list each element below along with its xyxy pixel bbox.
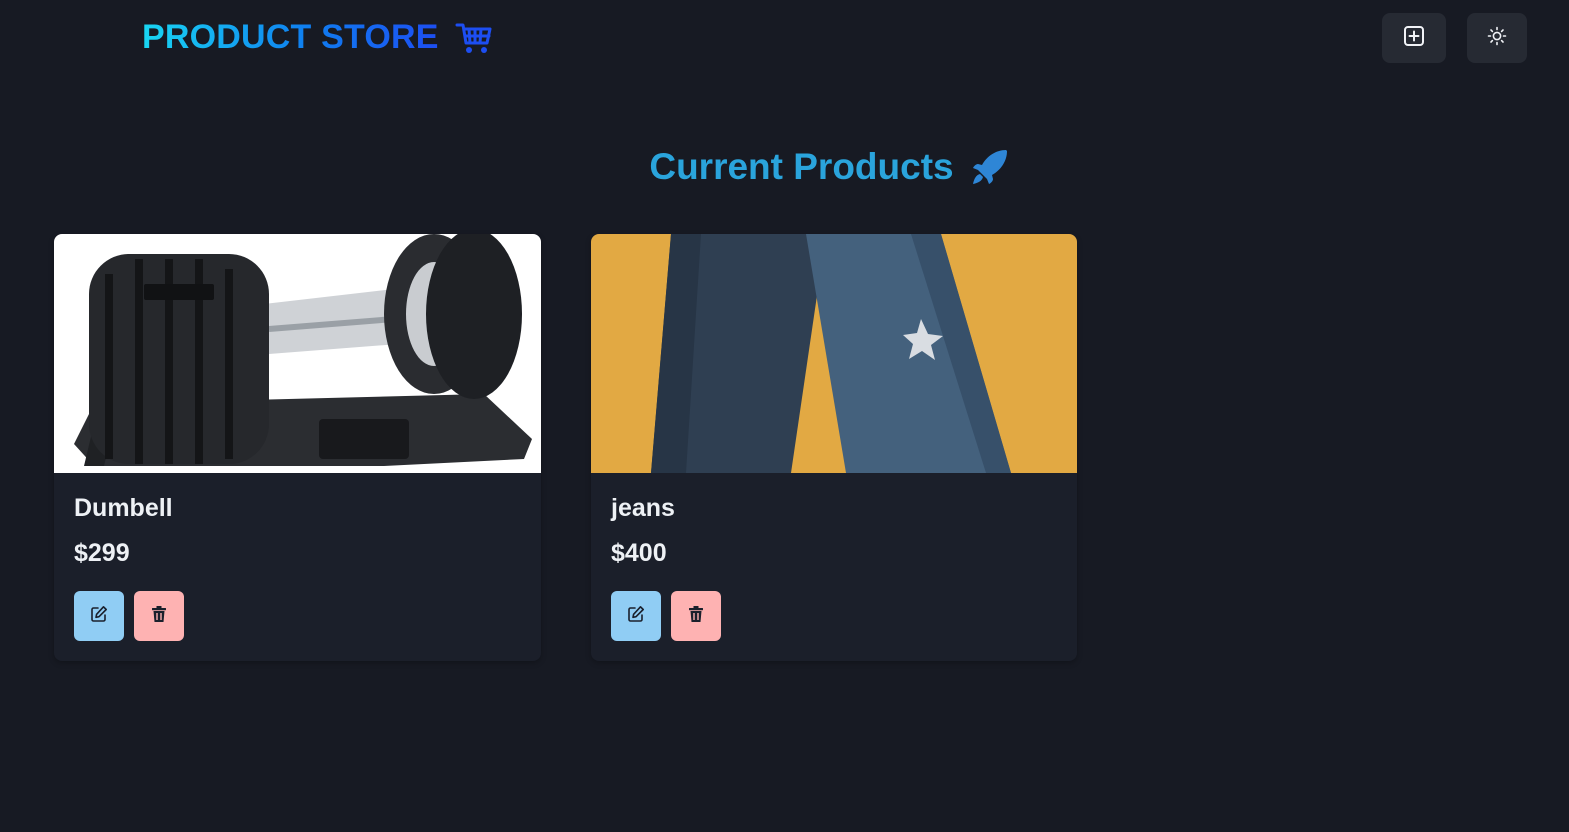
product-info: jeans $400 [611, 494, 675, 568]
shopping-cart-icon [455, 21, 493, 55]
edit-button[interactable] [611, 591, 661, 641]
brand-title: PRODUCT STORE [142, 18, 439, 56]
section-title: Current Products [649, 146, 954, 187]
navbar: PRODUCT STORE [0, 0, 1569, 78]
product-card: Dumbell $299 [54, 234, 541, 661]
delete-button[interactable] [134, 591, 184, 641]
edit-icon [627, 605, 645, 628]
product-name: jeans [611, 494, 675, 522]
product-actions [611, 591, 721, 641]
create-product-button[interactable] [1382, 13, 1446, 63]
brand-link[interactable]: PRODUCT STORE [142, 18, 493, 57]
edit-button[interactable] [74, 591, 124, 641]
sun-icon [1487, 26, 1507, 51]
product-price: $299 [74, 539, 130, 567]
product-image [54, 234, 541, 473]
section-heading: Current Products [0, 146, 1569, 188]
delete-button[interactable] [671, 591, 721, 641]
product-actions [74, 591, 184, 641]
plus-square-icon [1402, 24, 1426, 53]
trash-icon [150, 605, 168, 628]
toggle-theme-button[interactable] [1467, 13, 1527, 63]
trash-icon [687, 605, 705, 628]
edit-icon [90, 605, 108, 628]
product-image [591, 234, 1077, 473]
rocket-icon [970, 147, 1010, 187]
product-price: $400 [611, 539, 667, 567]
product-card: jeans $400 [591, 234, 1077, 661]
product-name: Dumbell [74, 494, 173, 522]
product-info: Dumbell $299 [74, 494, 173, 568]
